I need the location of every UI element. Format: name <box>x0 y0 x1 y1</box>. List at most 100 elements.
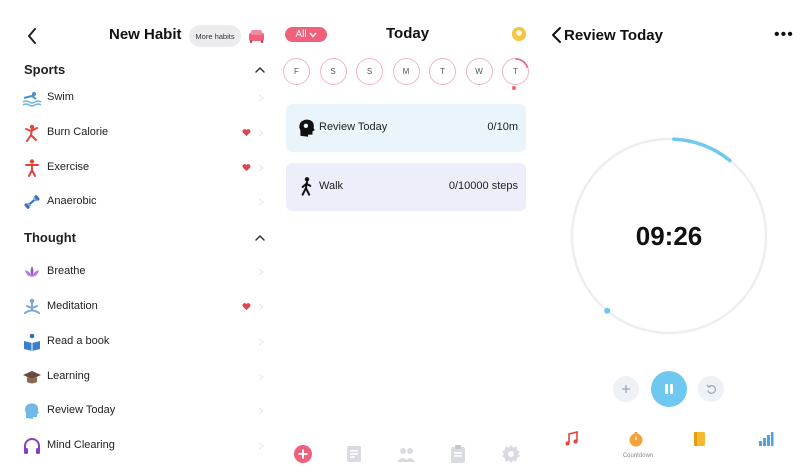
day-2[interactable]: S <box>356 58 383 85</box>
timer-header: Review Today ••• <box>538 22 800 50</box>
section-header-thought[interactable]: Thought <box>24 228 268 248</box>
habit-card-walk[interactable]: Walk 0/10000 steps <box>286 163 526 211</box>
swim-icon <box>22 92 42 107</box>
timer-display: 09:26 <box>635 220 703 251</box>
habit-item-swim[interactable]: Swim <box>22 87 268 109</box>
reset-icon <box>705 384 716 394</box>
habit-label: Swim <box>47 91 74 103</box>
dumbbell-icon <box>24 194 40 210</box>
timer-ring: 09:26 <box>568 135 770 337</box>
habit-item-exercise[interactable]: Exercise <box>22 157 268 179</box>
habit-item-meditation[interactable]: Meditation <box>22 296 268 318</box>
habit-item-mind-clearing[interactable]: Mind Clearing <box>22 435 268 457</box>
more-options-button[interactable]: ••• <box>774 26 794 44</box>
today-header: All Today <box>276 20 538 50</box>
sofa-icon[interactable] <box>248 28 265 44</box>
chevron-right-icon <box>258 94 264 102</box>
habit-label: Exercise <box>47 161 90 173</box>
walk-icon <box>301 177 312 196</box>
tab-notes[interactable] <box>344 444 364 464</box>
graduation-cap-icon <box>23 371 41 384</box>
heart-icon[interactable] <box>242 128 251 137</box>
music-icon <box>565 431 578 446</box>
chevron-right-icon <box>258 338 264 346</box>
habit-item-anaerobic[interactable]: Anaerobic <box>22 191 268 213</box>
habit-item-learning[interactable]: Learning <box>22 366 268 388</box>
read-book-icon <box>24 333 40 351</box>
chevron-left-icon[interactable] <box>550 26 562 44</box>
habit-card-progress: 0/10m <box>487 121 518 133</box>
heart-icon[interactable] <box>242 302 251 311</box>
exercise-icon <box>25 159 39 177</box>
habit-label: Mind Clearing <box>47 439 115 451</box>
habit-item-review-today[interactable]: Review Today <box>22 400 268 422</box>
today-panel: All Today FSSMTWT Review Today 0/10m Wal… <box>276 0 538 473</box>
day-1[interactable]: S <box>319 58 347 85</box>
notebook-button[interactable] <box>690 430 708 448</box>
timer-panel: Review Today ••• 09:26 Countdown <box>538 0 800 473</box>
new-habit-header: New Habit More habits <box>0 22 276 50</box>
section-label: Sports <box>24 62 66 77</box>
notes-icon <box>347 446 361 462</box>
week-day-selector: FSSMTWT <box>283 58 533 86</box>
habit-label: Review Today <box>47 404 116 416</box>
countdown-icon <box>629 432 643 447</box>
music-button[interactable] <box>562 430 580 448</box>
chevron-right-icon <box>258 303 264 311</box>
chevron-right-icon <box>258 198 264 206</box>
chevron-up-icon <box>255 66 265 73</box>
reset-button[interactable] <box>698 376 724 402</box>
page-title: New Habit <box>109 26 182 43</box>
new-habit-panel: New Habit More habits Sports Swim Burn C… <box>0 0 276 473</box>
day-0[interactable]: F <box>283 58 310 85</box>
page-title: Review Today <box>564 27 663 44</box>
habit-item-breathe[interactable]: Breathe <box>22 261 268 283</box>
clipboard-icon <box>451 445 465 463</box>
stats-button[interactable] <box>757 430 775 448</box>
chevron-right-icon <box>258 442 264 450</box>
add-time-button[interactable] <box>613 376 639 402</box>
add-icon <box>294 445 312 463</box>
tab-add[interactable] <box>293 444 313 464</box>
friends-icon <box>397 448 415 462</box>
tab-settings[interactable] <box>501 444 521 464</box>
habit-label: Meditation <box>47 300 98 312</box>
page-title: Today <box>386 25 430 42</box>
back-button[interactable] <box>22 24 42 48</box>
habit-label: Learning <box>47 370 90 382</box>
chevron-down-icon <box>309 32 317 38</box>
day-4[interactable]: T <box>429 58 456 85</box>
tab-friends[interactable] <box>396 444 416 464</box>
meditation-icon <box>24 298 40 314</box>
heart-icon[interactable] <box>242 163 251 172</box>
countdown-button[interactable] <box>627 430 645 448</box>
chevron-up-icon <box>255 234 265 241</box>
day-3[interactable]: M <box>392 58 420 85</box>
burn-calorie-icon <box>25 124 38 142</box>
habit-item-burn-calorie[interactable]: Burn Calorie <box>22 122 268 144</box>
filter-dropdown[interactable]: All <box>285 27 327 42</box>
lightbulb-icon[interactable] <box>512 27 526 41</box>
more-habits-button[interactable]: More habits <box>189 25 241 47</box>
day-6[interactable]: T <box>502 58 529 85</box>
stats-icon <box>759 432 774 446</box>
habit-label: Breathe <box>47 265 86 277</box>
habit-label: Anaerobic <box>47 195 97 207</box>
pause-button[interactable] <box>651 371 687 407</box>
today-indicator <box>512 86 516 90</box>
habit-card-label: Walk <box>319 180 344 192</box>
chevron-right-icon <box>258 164 264 172</box>
headphones-icon <box>24 438 40 454</box>
today-progress-arc <box>515 58 529 68</box>
habit-card-review-today[interactable]: Review Today 0/10m <box>286 104 526 152</box>
habit-item-read-a-book[interactable]: Read a book <box>22 331 268 353</box>
plus-icon <box>622 385 630 393</box>
gear-icon <box>502 445 520 463</box>
section-header-sports[interactable]: Sports <box>24 60 268 80</box>
lotus-icon <box>25 266 39 277</box>
habit-label: Burn Calorie <box>47 126 109 138</box>
day-5[interactable]: W <box>465 58 493 85</box>
head-icon <box>25 403 39 419</box>
tab-clipboard[interactable] <box>448 444 468 464</box>
section-label: Thought <box>24 230 76 245</box>
